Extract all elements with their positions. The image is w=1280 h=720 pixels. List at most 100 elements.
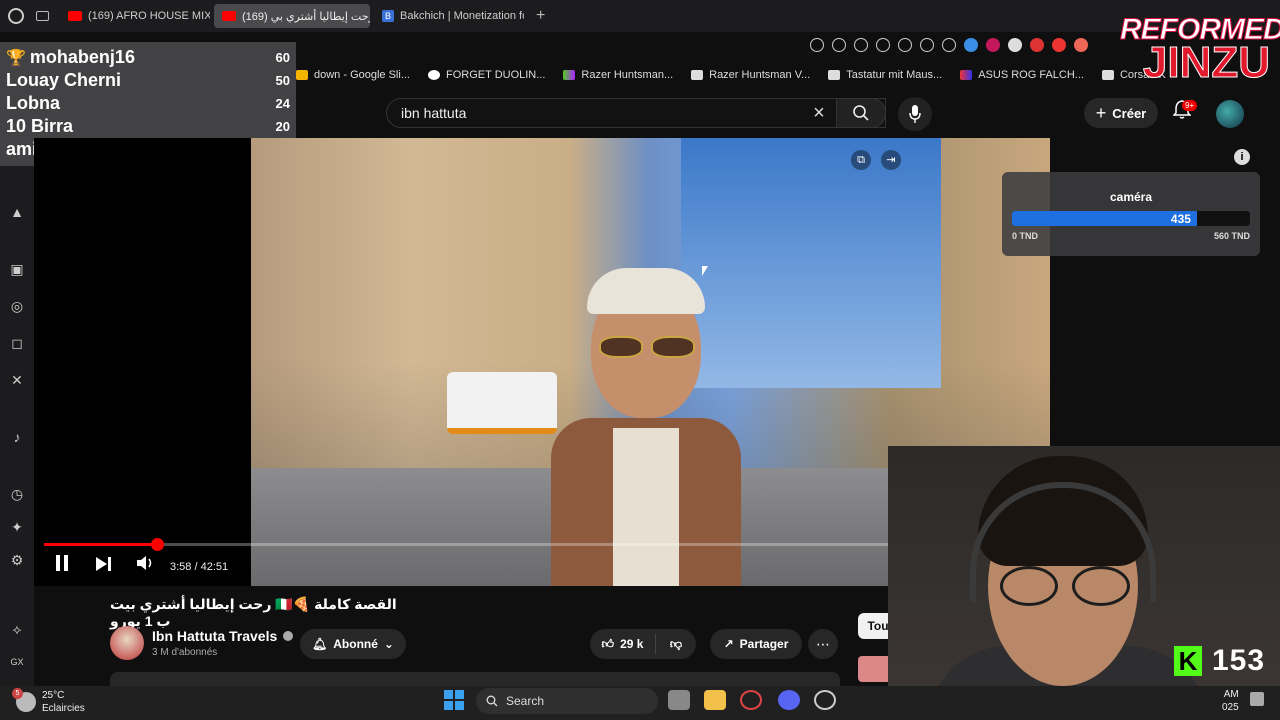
exit-icon[interactable]: ⇥ <box>881 150 901 170</box>
thumbs-down-icon: 👎︎ <box>669 636 683 651</box>
emoji-icon[interactable] <box>810 38 824 52</box>
tab-ibn-hattuta-video[interactable]: (169) رحت إيطاليا أشتري بي <box>214 4 370 28</box>
bookmark-item[interactable]: Razer Huntsman... <box>563 69 673 81</box>
extension-u-icon[interactable] <box>986 38 1000 52</box>
like-button[interactable]: 👍︎ 29 k <box>590 634 656 654</box>
leaderboard-row: Lobna 24 <box>6 93 290 113</box>
player-icon[interactable]: ♪ <box>9 429 25 445</box>
heart-icon[interactable] <box>942 38 956 52</box>
bookmark-item[interactable]: down - Google Sli... <box>296 69 410 81</box>
bookmark-item[interactable]: Tastatur mit Maus... <box>828 69 942 81</box>
weather-widget[interactable]: 5 25°C Eclaircies <box>12 688 85 715</box>
video-overlay-controls: ⧉ ⇥ <box>851 150 901 170</box>
chevron-down-icon: ⌄ <box>383 637 394 651</box>
task-view-icon[interactable] <box>668 690 690 710</box>
instagram-icon[interactable]: ◻ <box>9 335 25 351</box>
new-tab-plus-icon[interactable]: + <box>528 7 553 25</box>
video-presenter <box>551 268 741 586</box>
opera-logo-icon[interactable] <box>0 0 32 32</box>
bookmark-page-icon <box>1101 70 1114 80</box>
stream-logo: REFORMED JINZU <box>1120 14 1280 92</box>
progress-fill <box>44 543 157 546</box>
clear-search-icon[interactable]: × <box>808 102 830 124</box>
bookmark-item[interactable]: FORGET DUOLIN... <box>428 69 545 81</box>
notification-tray-icon[interactable] <box>1250 692 1264 706</box>
extension-s-icon[interactable] <box>1030 38 1044 52</box>
extension-pin-icon[interactable] <box>1008 38 1022 52</box>
bakchich-icon: B <box>382 10 394 22</box>
subscribed-button[interactable]: 🔔︎ Abonné ⌄ <box>300 629 406 659</box>
messenger-icon[interactable]: ◎ <box>9 298 25 314</box>
youtube-icon <box>222 11 236 21</box>
windows-start-icon[interactable] <box>444 690 464 710</box>
pin-icon[interactable] <box>832 38 846 52</box>
weather-temperature: 25°C <box>42 690 65 701</box>
extensions-icon[interactable]: ✦ <box>9 519 25 535</box>
tab-afro-house[interactable]: (169) AFRO HOUSE MIX V <box>60 4 210 28</box>
mouse-cursor-icon <box>702 266 708 276</box>
miniplayer-icon[interactable]: ⧉ <box>851 150 871 170</box>
notification-count-badge: 9+ <box>1182 100 1198 111</box>
adblock-icon[interactable] <box>876 38 890 52</box>
search-button[interactable] <box>836 98 886 128</box>
opera-gx-taskbar-icon[interactable] <box>740 690 762 710</box>
video-ambulance <box>447 372 557 434</box>
create-button[interactable]: + Créer <box>1084 98 1158 128</box>
volume-button[interactable] <box>132 553 160 581</box>
goal-progress-bar: 435 <box>1012 211 1250 226</box>
extension-tp-icon[interactable] <box>1052 38 1066 52</box>
browser-tab-strip: (169) AFRO HOUSE MIX V (169) رحت إيطاليا… <box>0 0 1280 32</box>
gx-icon[interactable]: GX <box>9 654 25 670</box>
account-avatar[interactable] <box>1216 100 1244 128</box>
x-twitter-icon[interactable]: ✕ <box>9 372 25 388</box>
screenshot-icon[interactable] <box>854 38 868 52</box>
search-icon <box>486 695 498 707</box>
taskbar-search[interactable]: Search <box>476 688 658 714</box>
donation-goal-widget: caméra 435 0 TND 560 TND <box>1002 172 1260 256</box>
send-icon[interactable] <box>920 38 934 52</box>
next-button[interactable] <box>90 553 118 581</box>
streamer-webcam <box>888 446 1280 720</box>
dislike-button[interactable]: 👎︎ <box>656 637 696 652</box>
leaderboard-row: 🏆 mohabenj16 60 <box>6 47 290 67</box>
tab-overview-icon[interactable] <box>32 4 56 28</box>
shield-icon[interactable] <box>1074 38 1088 52</box>
channel-avatar[interactable] <box>110 626 144 660</box>
browser-sidebar: ▲ ▣ ◎ ◻ ✕ ♪ ◷ ✦ ⚙ ⟡ GX ⋯ <box>0 166 34 703</box>
progress-scrubber[interactable] <box>150 538 164 551</box>
bookmarks-bar: down - Google Sli... FORGET DUOLIN... Ra… <box>296 64 1166 86</box>
cursor-sidebar-icon[interactable]: ⟡ <box>9 621 25 637</box>
bookmark-globe-icon <box>428 70 440 80</box>
info-icon[interactable]: i <box>1234 149 1250 165</box>
google-slides-icon <box>296 70 308 80</box>
pause-button[interactable] <box>48 553 76 581</box>
subscriber-count: 3 M d'abonnés <box>152 647 218 658</box>
history-icon[interactable]: ◷ <box>9 486 25 502</box>
bell-icon: 🔔︎ <box>312 637 328 651</box>
plus-icon: + <box>1095 102 1107 123</box>
twitch-icon[interactable]: ▣ <box>9 261 25 277</box>
voice-search-button[interactable] <box>898 97 932 131</box>
description-box[interactable] <box>110 672 840 686</box>
weather-badge: 5 <box>12 688 23 699</box>
system-clock[interactable]: AM 025 <box>1222 688 1239 714</box>
discord-icon[interactable] <box>778 690 800 710</box>
weather-description: Eclaircies <box>42 703 85 714</box>
tab-bakchich[interactable]: B Bakchich | Monetization fo <box>374 4 524 28</box>
trophy-icon: 🏆 <box>6 49 26 67</box>
share-button[interactable]: ↗ Partager <box>710 629 802 659</box>
channel-name[interactable]: Ibn Hattuta Travels <box>152 628 294 644</box>
app-clock-icon[interactable] <box>814 690 836 710</box>
extensions-bar <box>810 38 1088 52</box>
more-actions-button[interactable]: ⋯ <box>808 629 838 659</box>
youtube-icon <box>68 11 82 21</box>
settings-gear-icon[interactable]: ⚙ <box>9 552 25 568</box>
bookmark-item[interactable]: ASUS ROG FALCH... <box>960 69 1084 81</box>
vpn-icon[interactable] <box>964 38 978 52</box>
video-title: القصة كاملة 🍕🇮🇹 رحت إيطاليا أشتري بيت ب … <box>110 596 397 629</box>
aria-icon[interactable]: ▲ <box>9 204 25 220</box>
bookmark-item[interactable]: Razer Huntsman V... <box>691 69 810 81</box>
file-explorer-icon[interactable] <box>704 690 726 710</box>
translate-icon[interactable] <box>898 38 912 52</box>
kick-viewer-counter: K 153 <box>1174 644 1265 678</box>
